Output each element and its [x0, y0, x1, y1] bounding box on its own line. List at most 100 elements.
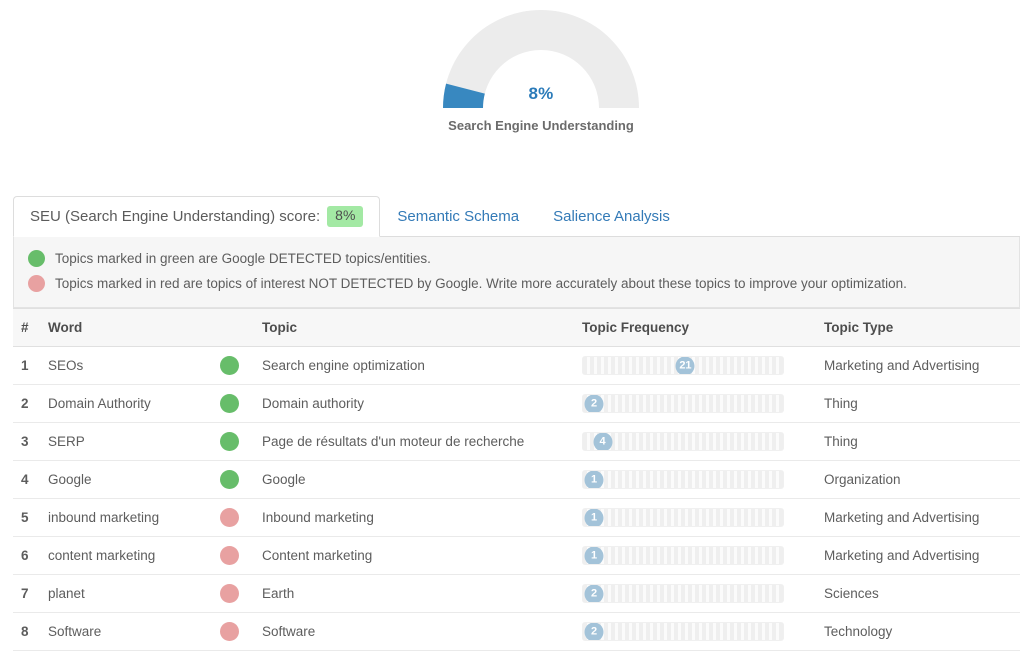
- frequency-bar: 21: [582, 356, 784, 375]
- cell-frequency: 4: [582, 422, 824, 461]
- legend-green-text: Topics marked in green are Google DETECT…: [55, 251, 431, 266]
- table-row[interactable]: 7 planet Earth 2 Sciences: [13, 574, 1020, 613]
- red-status-dot-icon: [220, 508, 239, 527]
- status-dot-wrapper: [220, 584, 262, 603]
- col-header-frequency[interactable]: Topic Frequency: [582, 308, 824, 347]
- cell-word: content marketing: [48, 536, 220, 575]
- cell-topic: Software: [262, 612, 582, 651]
- tab-salience-analysis-label: Salience Analysis: [553, 207, 670, 225]
- green-status-dot-icon: [28, 250, 45, 267]
- table-row[interactable]: 2 Domain Authority Domain authority 2 Thing: [13, 384, 1020, 423]
- cell-word: Software: [48, 612, 220, 651]
- col-header-type[interactable]: Topic Type: [824, 308, 1020, 347]
- frequency-badge: 2: [584, 585, 604, 602]
- red-status-dot-icon: [220, 584, 239, 603]
- status-dot-wrapper: [220, 622, 262, 641]
- red-status-dot-icon: [220, 546, 239, 565]
- table-row[interactable]: 4 Google Google 1 Organization: [13, 460, 1020, 499]
- frequency-badge: 1: [584, 471, 604, 488]
- col-header-topic[interactable]: Topic: [262, 308, 582, 347]
- red-status-dot-icon: [28, 275, 45, 292]
- cell-word: inbound marketing: [48, 498, 220, 537]
- cell-topic-type: Marketing and Advertising: [824, 498, 1020, 537]
- tab-seu-score[interactable]: SEU (Search Engine Understanding) score:…: [13, 196, 381, 237]
- tab-semantic-schema[interactable]: Semantic Schema: [380, 195, 536, 236]
- cell-frequency: 21: [582, 346, 824, 385]
- frequency-bar: 1: [582, 508, 784, 527]
- cell-status: [220, 460, 262, 499]
- cell-status: [220, 498, 262, 537]
- cell-topic: Inbound marketing: [262, 498, 582, 537]
- cell-frequency: 1: [582, 498, 824, 537]
- seu-score-badge: 8%: [327, 206, 364, 227]
- cell-frequency: 2: [582, 384, 824, 423]
- status-dot-wrapper: [220, 508, 262, 527]
- cell-status: [220, 574, 262, 613]
- col-header-status: [220, 308, 262, 347]
- table-row[interactable]: 8 Software Software 2 Technology: [13, 612, 1020, 651]
- gauge-value: 8%: [528, 84, 554, 103]
- frequency-badge: 4: [593, 433, 612, 450]
- cell-status: [220, 422, 262, 461]
- cell-topic-type: Thing: [824, 384, 1020, 423]
- status-dot-wrapper: [220, 432, 262, 451]
- cell-frequency: 2: [582, 612, 824, 651]
- col-header-word[interactable]: Word: [48, 308, 220, 347]
- cell-topic: Page de résultats d'un moteur de recherc…: [262, 422, 582, 461]
- cell-status: [220, 536, 262, 575]
- cell-status: [220, 384, 262, 423]
- tab-bar: SEU (Search Engine Understanding) score:…: [13, 196, 1020, 237]
- frequency-badge: 2: [584, 395, 604, 412]
- topics-table-body: 1 SEOs Search engine optimization 21 Marketi…: [13, 346, 1020, 651]
- topics-table-head: # Word Topic Topic Frequency Topic Type: [13, 308, 1020, 347]
- col-header-index[interactable]: #: [13, 308, 48, 347]
- status-dot-wrapper: [220, 394, 262, 413]
- cell-topic-type: Sciences: [824, 574, 1020, 613]
- cell-topic: Earth: [262, 574, 582, 613]
- frequency-badge: 1: [584, 509, 604, 526]
- cell-topic-type: Organization: [824, 460, 1020, 499]
- cell-frequency: 1: [582, 460, 824, 499]
- gauge-caption: Search Engine Understanding: [448, 118, 634, 133]
- cell-topic-type: Technology: [824, 612, 1020, 651]
- table-row[interactable]: 5 inbound marketing Inbound marketing 1 Mark…: [13, 498, 1020, 537]
- cell-index: 4: [13, 460, 48, 499]
- tab-salience-analysis[interactable]: Salience Analysis: [536, 195, 687, 236]
- cell-status: [220, 346, 262, 385]
- status-dot-wrapper: [220, 356, 262, 375]
- cell-index: 6: [13, 536, 48, 575]
- tab-semantic-schema-label: Semantic Schema: [397, 207, 520, 225]
- cell-frequency: 1: [582, 536, 824, 575]
- frequency-badge: 2: [584, 623, 604, 640]
- table-row[interactable]: 3 SERP Page de résultats d'un moteur de re…: [13, 422, 1020, 461]
- legend-row-green: Topics marked in green are Google DETECT…: [28, 246, 1005, 271]
- cell-index: 3: [13, 422, 48, 461]
- frequency-bar: 2: [582, 394, 784, 413]
- frequency-bar: 2: [582, 584, 784, 603]
- status-dot-wrapper: [220, 546, 262, 565]
- frequency-badge: 21: [675, 357, 695, 374]
- table-row[interactable]: 1 SEOs Search engine optimization 21 Marketi…: [13, 346, 1020, 385]
- cell-topic-type: Thing: [824, 422, 1020, 461]
- cell-index: 8: [13, 612, 48, 651]
- table-row[interactable]: 6 content marketing Content marketing 1 Mark…: [13, 536, 1020, 575]
- cell-word: planet: [48, 574, 220, 613]
- cell-frequency: 2: [582, 574, 824, 613]
- frequency-badge: 1: [584, 547, 604, 564]
- cell-word: Domain Authority: [48, 384, 220, 423]
- seu-gauge: 8% Search Engine Understanding: [0, 0, 1020, 175]
- tab-seu-score-label: SEU (Search Engine Understanding) score:: [30, 208, 321, 225]
- cell-topic: Domain authority: [262, 384, 582, 423]
- cell-index: 2: [13, 384, 48, 423]
- frequency-bar: 2: [582, 622, 784, 641]
- legend-red-text: Topics marked in red are topics of inter…: [55, 276, 907, 291]
- cell-word: SEOs: [48, 346, 220, 385]
- cell-topic-type: Marketing and Advertising: [824, 346, 1020, 385]
- seu-panel: SEU (Search Engine Understanding) score:…: [13, 196, 1020, 651]
- green-status-dot-icon: [220, 394, 239, 413]
- cell-word: SERP: [48, 422, 220, 461]
- cell-index: 5: [13, 498, 48, 537]
- legend-box: Topics marked in green are Google DETECT…: [13, 237, 1020, 308]
- cell-word: Google: [48, 460, 220, 499]
- cell-topic: Search engine optimization: [262, 346, 582, 385]
